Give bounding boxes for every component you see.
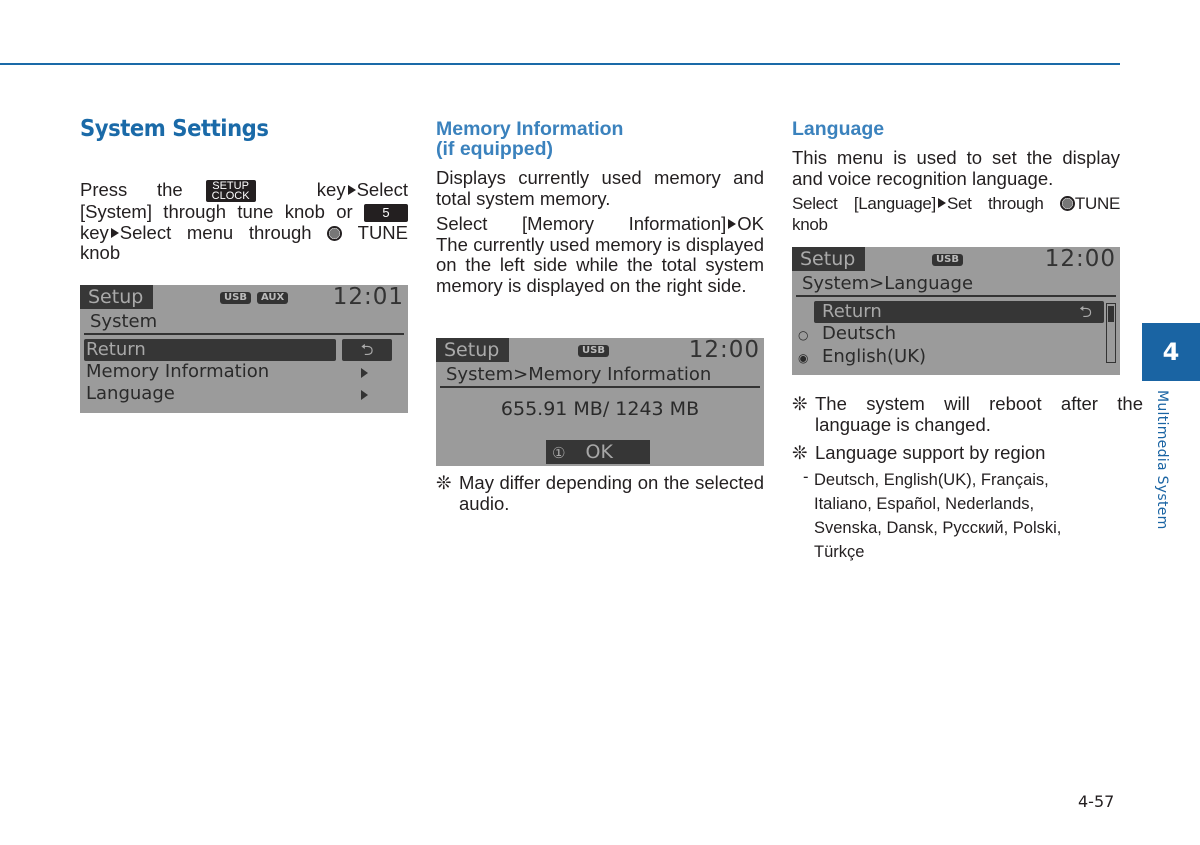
section-heading: Language [792,118,885,140]
asterisk-icon: ❊ [436,472,452,493]
scrollbar[interactable] [1106,303,1116,363]
usb-badge: USB [932,254,963,266]
paragraph: Select [Memory Information] OK The curren… [436,213,764,296]
section-heading: System Settings [80,116,269,142]
note: ❊ The system will reboot after the langu… [792,393,1143,435]
screen-title: System>Memory Information [440,364,760,388]
return-icon: ⮌ [342,339,392,361]
memory-readout: 655.91 MB/ 1243 MB [500,398,700,420]
ok-button[interactable]: ① OK [546,440,650,464]
tune-knob-icon [327,225,343,241]
chevron-right-icon [361,368,368,378]
return-icon: ⮌ [1079,302,1092,321]
top-rule [0,63,1120,65]
instruction-paragraph: Press the SETUP CLOCK key Select [System] … [80,179,409,264]
mode-label: Setup [436,338,510,362]
arrow-icon [347,185,356,195]
key-5: 5 [364,204,408,223]
radio-checked-icon: ◉ [798,351,809,365]
asterisk-icon: ❊ [792,393,808,414]
arrow-icon [728,219,737,229]
radio-unchecked-icon: ○ [798,328,809,342]
menu-item-language[interactable]: Language [80,383,408,405]
screen-title: System [84,311,404,335]
usb-badge: USB [220,292,251,304]
mode-label: Setup [80,285,154,309]
section-heading-sub: (if equipped) [436,138,553,160]
lcd-screen-language: Setup USB 12:00 System>Language Return ⮌… [792,247,1120,375]
language-option-deutsch[interactable]: ○ Deutsch [792,323,1120,346]
menu-item-return[interactable]: Return ⮌ [80,339,408,361]
paragraph: Displays currently used memory and total… [436,167,764,209]
chapter-tab: 4 [1142,323,1200,381]
note: ❊ Language support by region [792,442,1046,463]
chevron-right-icon [361,390,368,400]
language-list: - Deutsch, English(UK), Français, Italia… [803,468,1062,561]
lcd-screen-memory: Setup USB 12:00 System>Memory Informatio… [436,338,764,466]
setup-clock-key: SETUP CLOCK [205,180,256,203]
clock: 12:00 [688,338,760,363]
arrow-icon [110,227,119,238]
tune-knob-icon [1059,196,1075,211]
usb-badge: USB [578,345,609,357]
section-heading: Memory Information [436,118,624,140]
aux-badge: AUX [257,292,289,304]
menu-item-return[interactable]: Return ⮌ [792,301,1120,323]
scrollbar-thumb[interactable] [1108,306,1114,322]
page-number: 4-57 [1078,792,1115,811]
clock: 12:00 [1044,247,1116,272]
lcd-screen-system: Setup USB AUX 12:01 System Return ⮌ Memo… [80,285,408,413]
asterisk-icon: ❊ [792,442,808,463]
text: Press the [80,179,183,200]
arrow-icon [937,198,946,208]
screen-title: System>Language [796,273,1116,297]
note: ❊ May differ depending on the selected a… [436,472,764,514]
menu-item-memory-information[interactable]: Memory Information [80,361,408,383]
paragraph: Select [Language] Set through TUNE knob [792,194,1120,234]
language-option-english-uk[interactable]: ◉ English(UK) [792,346,1120,369]
chapter-label: Multimedia System [1154,390,1170,530]
paragraph: This menu is used to set the display and… [792,147,1120,189]
mode-label: Setup [792,247,866,271]
clock: 12:01 [332,285,404,310]
